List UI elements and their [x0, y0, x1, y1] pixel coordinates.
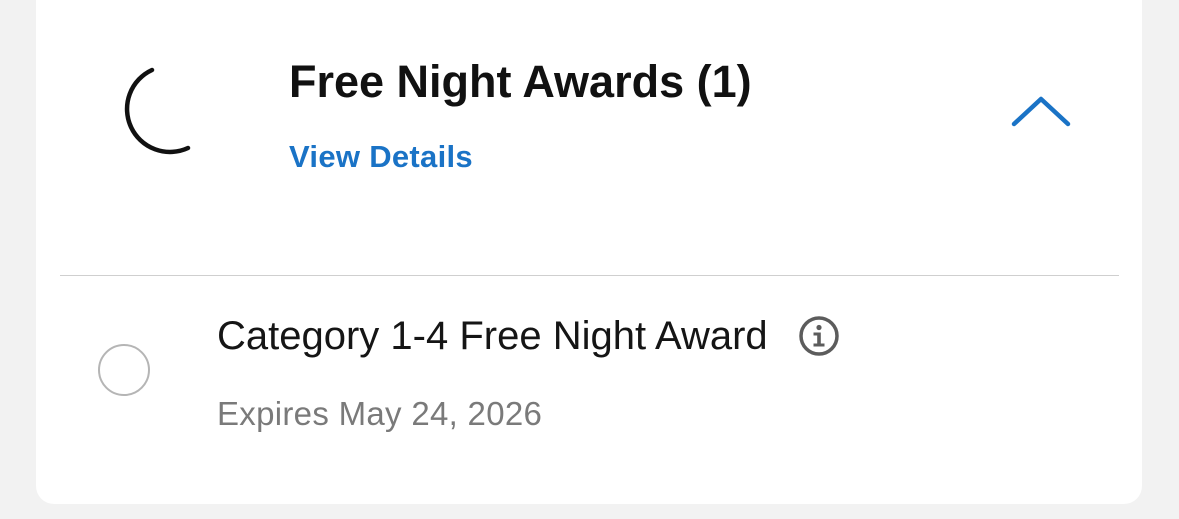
award-name: Category 1-4 Free Night Award	[217, 314, 768, 358]
section-title: Free Night Awards (1)	[289, 56, 752, 107]
view-details-link[interactable]: View Details	[289, 138, 473, 176]
moon-icon	[124, 67, 191, 155]
chevron-up-icon	[1011, 96, 1071, 127]
award-list-item[interactable]: Category 1-4 Free Night Award Expires Ma…	[36, 276, 1142, 504]
free-night-awards-card: Free Night Awards (1) View Details Categ…	[36, 0, 1142, 504]
section-header: Free Night Awards (1) View Details	[36, 0, 1142, 236]
award-select-radio[interactable]	[98, 344, 150, 396]
award-expiry: Expires May 24, 2026	[217, 395, 543, 432]
award-title-row: Category 1-4 Free Night Award	[217, 312, 840, 360]
collapse-toggle-button[interactable]	[1006, 90, 1076, 134]
info-icon[interactable]	[798, 315, 840, 357]
